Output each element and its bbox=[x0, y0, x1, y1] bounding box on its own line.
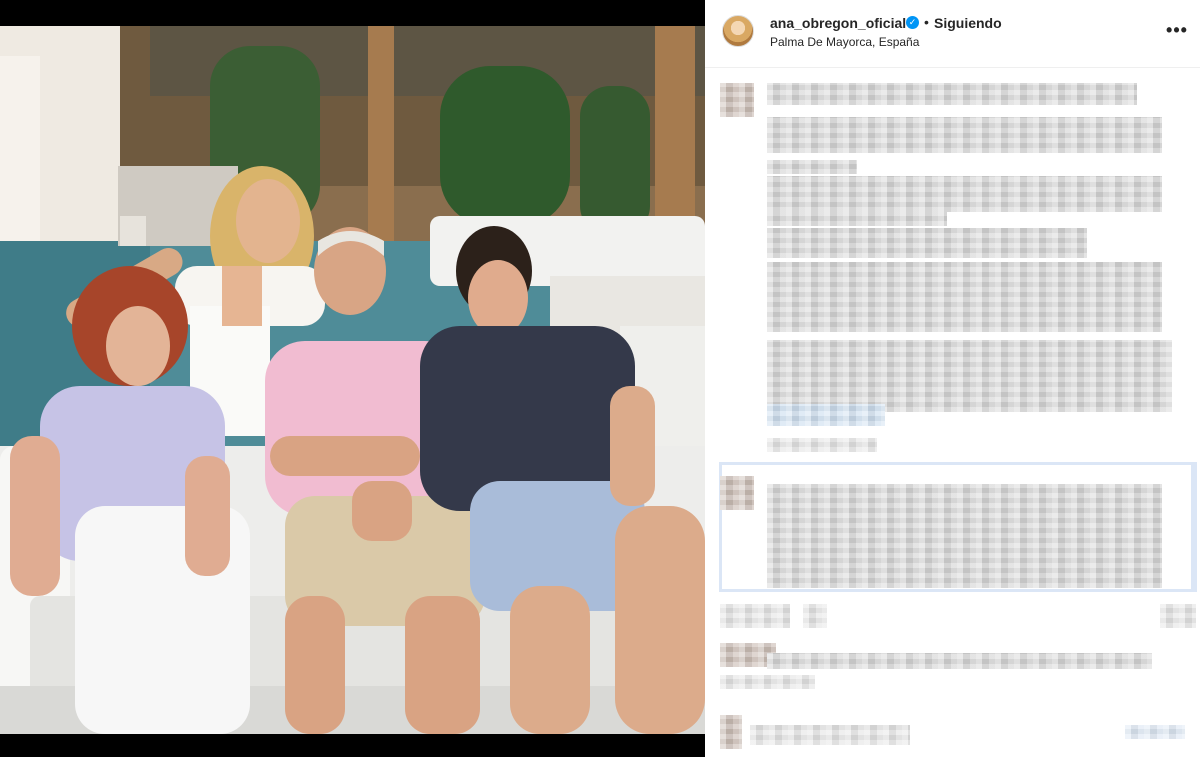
post-side-panel: ana_obregon_oficial ✓ • Siguiendo Palma … bbox=[705, 0, 1200, 757]
post-photo[interactable] bbox=[0, 26, 705, 734]
pixelated-comment bbox=[750, 725, 910, 745]
pixelated-comment bbox=[720, 675, 815, 689]
pixelated-line bbox=[767, 340, 1172, 412]
pixelated-comment-meta bbox=[803, 604, 827, 628]
pixelated-line bbox=[767, 83, 1137, 105]
post-header: ana_obregon_oficial ✓ • Siguiendo Palma … bbox=[705, 0, 1200, 68]
avatar[interactable] bbox=[722, 15, 754, 47]
pixelated-comment bbox=[1125, 725, 1185, 739]
more-options-icon[interactable]: ••• bbox=[1165, 20, 1189, 44]
pixelated-comment-meta bbox=[720, 604, 790, 628]
pixelated-comment bbox=[767, 484, 1162, 588]
pixelated-hashtags bbox=[767, 404, 885, 426]
verified-badge-icon: ✓ bbox=[906, 16, 919, 29]
pixelated-line bbox=[767, 228, 1087, 258]
post-media-pane bbox=[0, 0, 705, 757]
pixelated-line bbox=[767, 176, 1162, 212]
caption-avatar-pixelated bbox=[720, 83, 754, 117]
comment-avatar-pixelated bbox=[720, 476, 754, 510]
comment-avatar-pixelated bbox=[720, 715, 742, 749]
pixelated-line bbox=[767, 262, 1162, 332]
following-button[interactable]: Siguiendo bbox=[934, 15, 1002, 31]
pixelated-line bbox=[767, 117, 1162, 153]
header-separator: • bbox=[924, 14, 929, 30]
pixelated-line bbox=[767, 160, 857, 174]
family-photo-illustration bbox=[0, 26, 705, 734]
pixelated-timestamp bbox=[767, 438, 877, 452]
pixelated-like-icon bbox=[1160, 604, 1196, 628]
username-link[interactable]: ana_obregon_oficial bbox=[770, 15, 906, 31]
pixelated-comment bbox=[767, 653, 1152, 669]
location-link[interactable]: Palma De Mayorca, España bbox=[770, 35, 919, 49]
pixelated-line bbox=[767, 212, 947, 226]
